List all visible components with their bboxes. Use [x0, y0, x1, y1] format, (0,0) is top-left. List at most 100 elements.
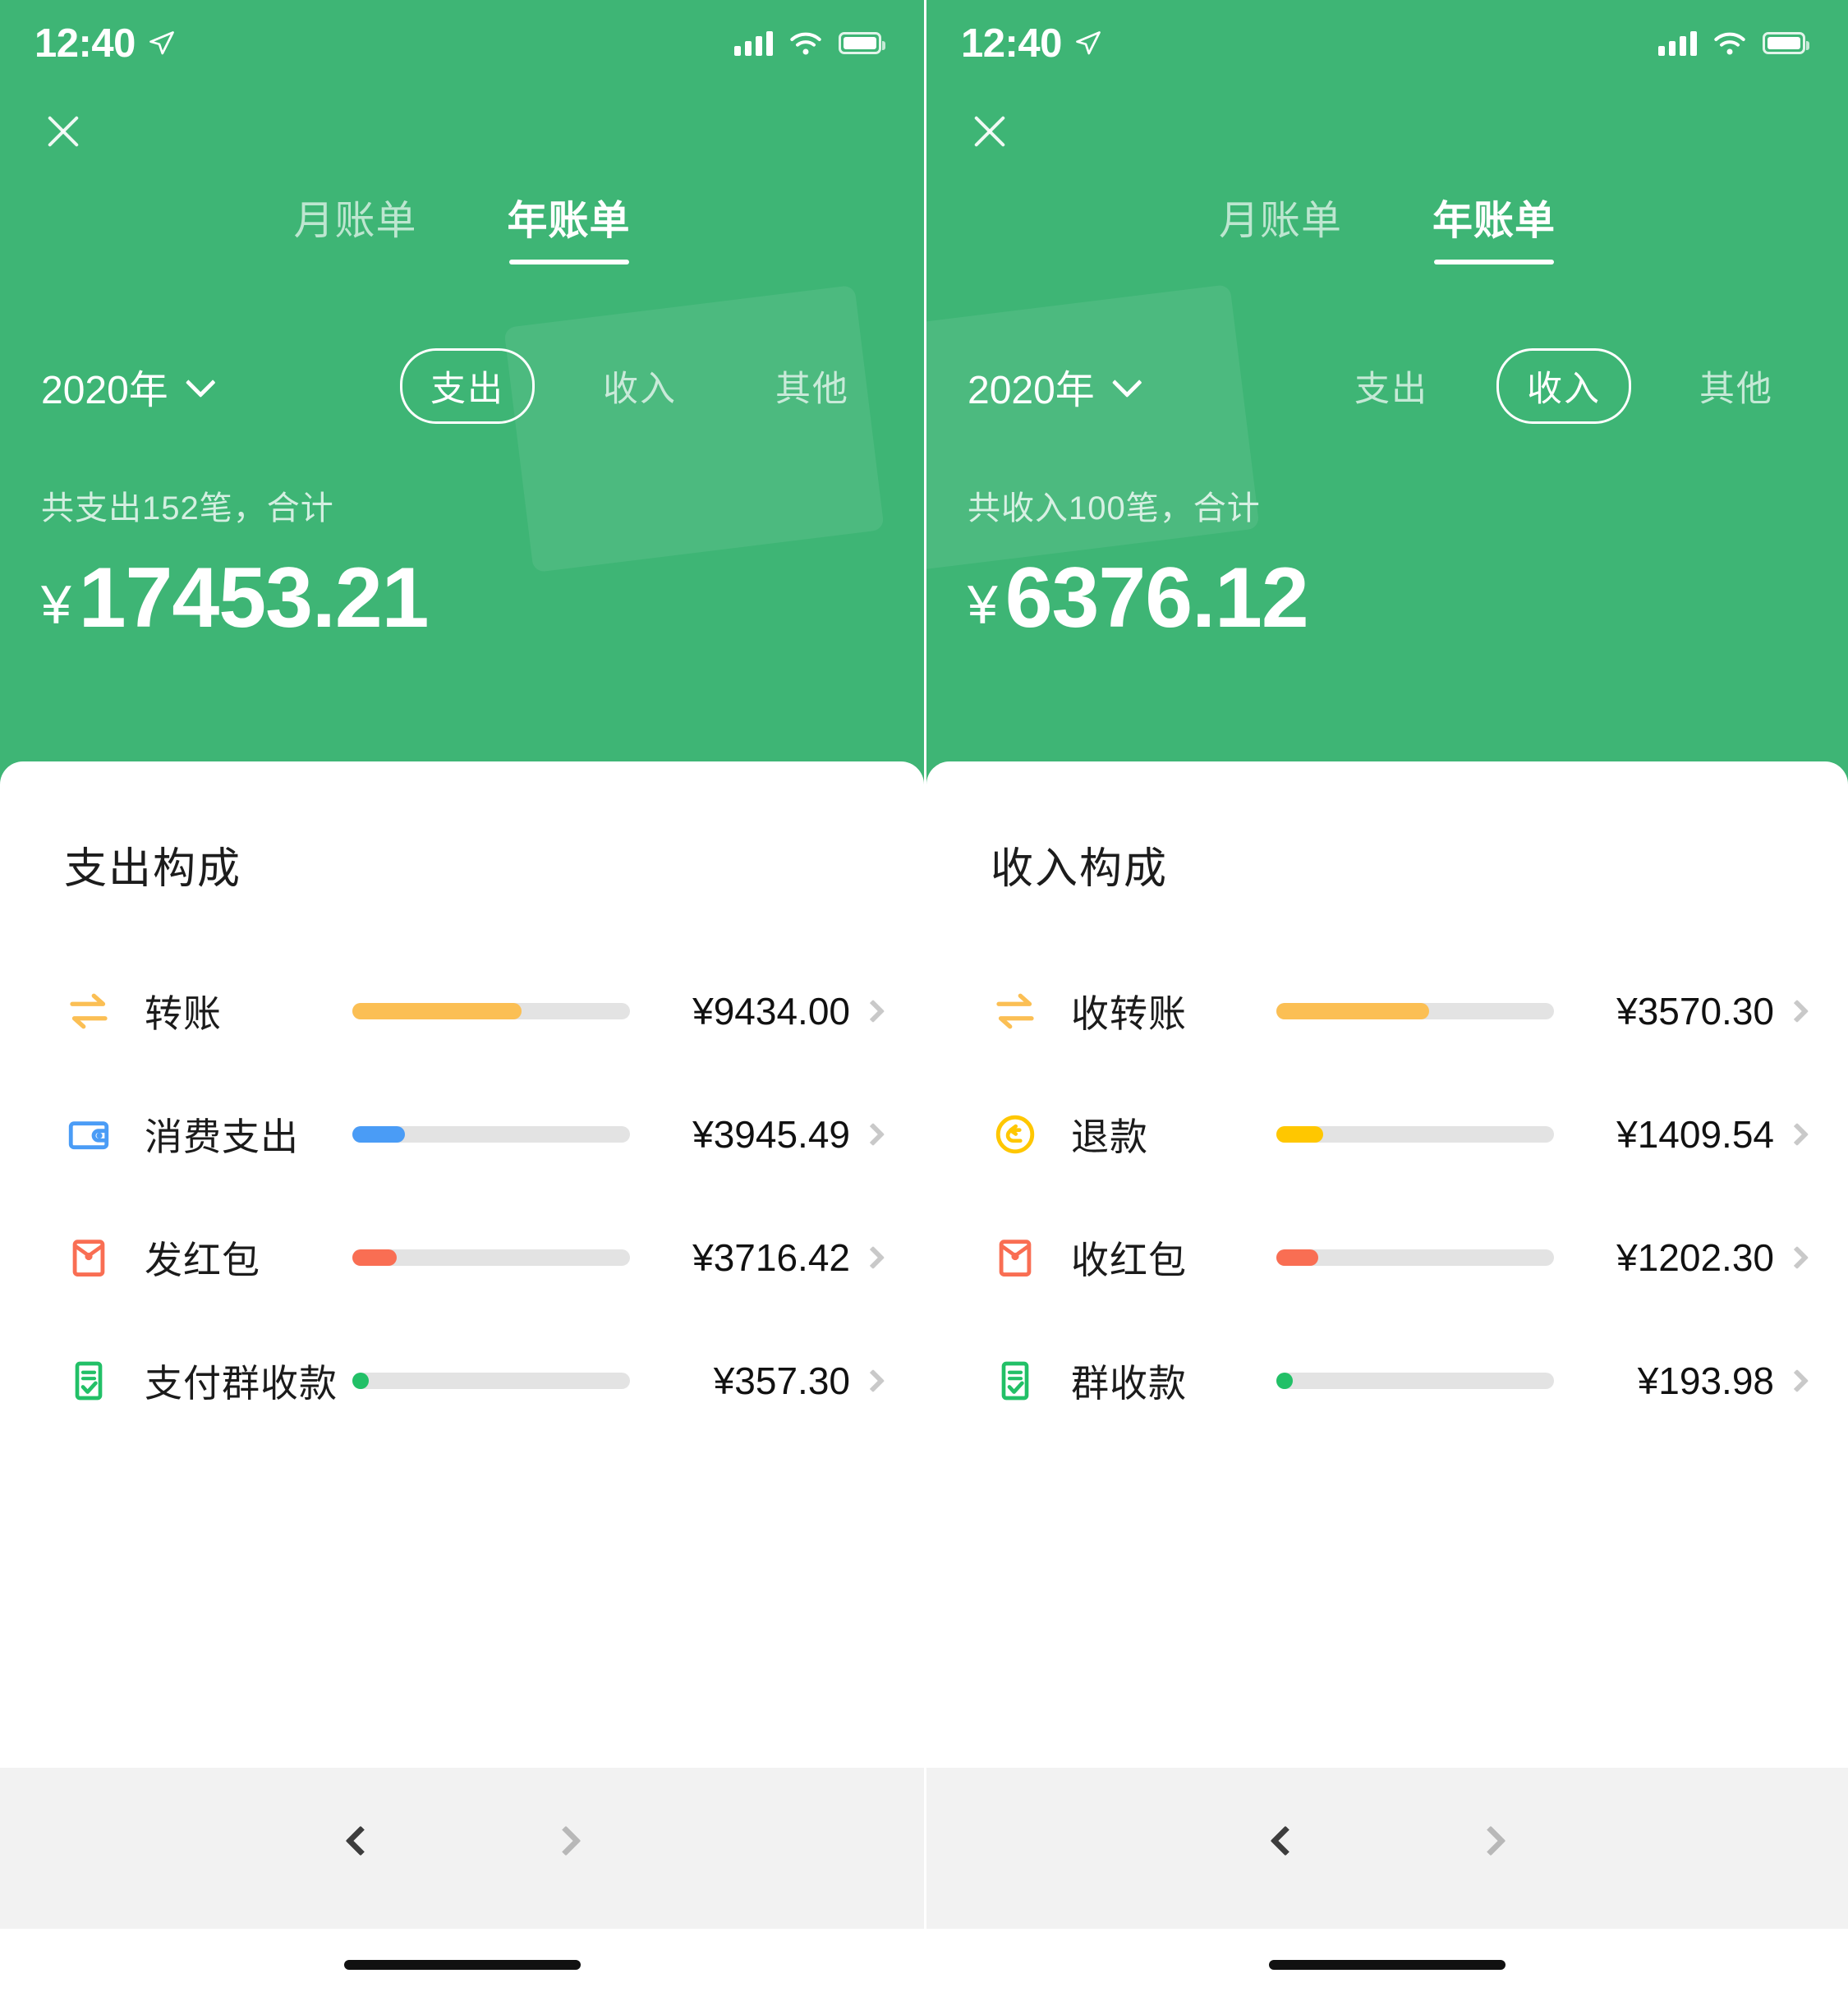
list-item[interactable]: 退款 ¥1409.54 — [926, 1073, 1848, 1196]
tab-monthly-bill[interactable]: 月账单 — [293, 188, 416, 264]
home-indicator-area — [926, 1929, 1848, 2001]
status-bar-left: 12:40 — [34, 21, 177, 67]
browser-nav-bar — [926, 1768, 1848, 1929]
location-arrow-icon — [149, 30, 174, 54]
list-item-amount: ¥3716.42 — [692, 1236, 850, 1279]
list-item[interactable]: 群收款 ¥193.98 — [926, 1319, 1848, 1442]
card-title: 支出构成 — [64, 845, 242, 893]
tab-yearly-bill[interactable]: 年账单 — [508, 188, 631, 264]
card-title: 收入构成 — [991, 845, 1169, 893]
chevron-left-icon[interactable] — [335, 1824, 384, 1873]
summary-label: 共支出152笔，合计 — [41, 490, 334, 527]
chevron-right-icon[interactable] — [850, 999, 896, 1024]
tab-yearly-bill[interactable]: 年账单 — [1432, 188, 1556, 264]
checklist-icon — [991, 1356, 1040, 1405]
list-item-label: 群收款 — [1071, 1362, 1187, 1405]
progress-fill — [1276, 1249, 1318, 1266]
category-segment-control: 支出 收入 其他 — [1324, 348, 1804, 424]
list-item[interactable]: 消费支出 ¥3945.49 — [0, 1073, 924, 1196]
progress-fill — [352, 1373, 369, 1389]
filter-bar: 2020年 支出 收入 其他 — [0, 348, 924, 424]
browser-nav-bar — [0, 1768, 924, 1929]
progress-track — [352, 1126, 630, 1143]
summary-amount: ¥17453.21 — [41, 550, 883, 646]
chevron-left-icon[interactable] — [1260, 1824, 1309, 1873]
filter-bar: 2020年 支出 收入 其他 — [926, 348, 1848, 424]
progress-track — [1276, 1373, 1554, 1389]
transfer-arrows-icon — [64, 987, 113, 1036]
year-selector-label: 2020年 — [968, 369, 1095, 412]
close-icon[interactable] — [38, 106, 89, 157]
close-icon[interactable] — [964, 106, 1015, 157]
list-item-label: 消费支出 — [145, 1116, 299, 1158]
close-bar — [926, 86, 1848, 177]
list-item-label: 退款 — [1071, 1116, 1148, 1158]
segment-other[interactable]: 其他 — [745, 348, 880, 424]
list-item[interactable]: 收红包 ¥1202.30 — [926, 1196, 1848, 1319]
battery-icon — [839, 32, 885, 54]
list-item-amount: ¥9434.00 — [692, 990, 850, 1033]
currency-symbol: ¥ — [968, 574, 998, 635]
composition-card-income: 收入构成 收转账 ¥3570.30 退款 ¥1409.54 收红包 ¥1202.… — [926, 761, 1848, 1768]
checklist-icon — [64, 1356, 113, 1405]
list-item-label: 收转账 — [1071, 992, 1187, 1035]
progress-fill — [352, 1126, 406, 1143]
chevron-right-icon[interactable] — [540, 1824, 590, 1873]
bill-screen-income: 12:40 月账单 年账单 2020年 支出 收入 其他 共收入100笔，合计 … — [924, 0, 1848, 2001]
chevron-right-icon[interactable] — [850, 1245, 896, 1270]
progress-fill — [1276, 1373, 1293, 1389]
chevron-down-icon — [185, 367, 216, 398]
dual-screenshot-container: 12:40 月账单 年账单 2020年 支出 收入 其他 共支出152笔，合计 … — [0, 0, 1848, 2001]
summary-label: 共收入100笔，合计 — [968, 490, 1261, 527]
segment-other[interactable]: 其他 — [1669, 348, 1804, 424]
wallet-icon — [64, 1110, 113, 1159]
tab-monthly-bill[interactable]: 月账单 — [1219, 188, 1342, 264]
home-indicator[interactable] — [1269, 1960, 1506, 1970]
red-envelope-icon — [64, 1233, 113, 1282]
segment-income[interactable]: 收入 — [1496, 348, 1631, 424]
list-item-label: 发红包 — [145, 1239, 260, 1281]
chevron-right-icon[interactable] — [850, 1368, 896, 1393]
progress-fill — [352, 1249, 398, 1266]
segment-expense[interactable]: 支出 — [1324, 348, 1459, 424]
home-indicator[interactable] — [343, 1960, 581, 1970]
chevron-down-icon — [1111, 367, 1142, 398]
list-item[interactable]: 收转账 ¥3570.30 — [926, 950, 1848, 1073]
year-selector-label: 2020年 — [41, 369, 168, 412]
list-item[interactable]: 转账 ¥9434.00 — [0, 950, 924, 1073]
progress-fill — [1276, 1126, 1324, 1143]
list-item-amount: ¥193.98 — [1637, 1359, 1774, 1402]
year-selector[interactable]: 2020年 — [968, 357, 1142, 415]
composition-list: 收转账 ¥3570.30 退款 ¥1409.54 收红包 ¥1202.30 群收… — [926, 950, 1848, 1442]
chevron-right-icon[interactable] — [1774, 1122, 1820, 1147]
hero-header-income: 12:40 月账单 年账单 2020年 支出 收入 其他 共收入100笔，合计 … — [926, 0, 1848, 784]
list-item[interactable]: 发红包 ¥3716.42 — [0, 1196, 924, 1319]
list-item-label: 收红包 — [1071, 1239, 1187, 1281]
bill-type-tabs: 月账单 年账单 — [0, 188, 924, 264]
category-segment-control: 支出 收入 其他 — [400, 348, 880, 424]
transfer-arrows-icon — [991, 987, 1040, 1036]
segment-expense[interactable]: 支出 — [400, 348, 535, 424]
summary-block: 共支出152笔，合计 ¥17453.21 — [0, 481, 924, 646]
list-item[interactable]: 支付群收款 ¥357.30 — [0, 1319, 924, 1442]
chevron-right-icon[interactable] — [1774, 1368, 1820, 1393]
status-time: 12:40 — [961, 21, 1062, 66]
home-indicator-area — [0, 1929, 924, 2001]
close-bar — [0, 86, 924, 177]
chevron-right-icon[interactable] — [1774, 1245, 1820, 1270]
wifi-icon — [790, 32, 821, 54]
cellular-signal-icon — [1658, 30, 1697, 56]
cellular-signal-icon — [734, 30, 773, 56]
refund-undo-icon — [991, 1110, 1040, 1159]
composition-list: 转账 ¥9434.00 消费支出 ¥3945.49 发红包 ¥3716.42 支… — [0, 950, 924, 1442]
list-item-amount: ¥1202.30 — [1616, 1236, 1774, 1279]
year-selector[interactable]: 2020年 — [41, 357, 216, 415]
chevron-right-icon[interactable] — [850, 1122, 896, 1147]
chevron-right-icon[interactable] — [1774, 999, 1820, 1024]
list-item-label: 转账 — [145, 992, 222, 1035]
progress-track — [1276, 1126, 1554, 1143]
chevron-right-icon[interactable] — [1465, 1824, 1515, 1873]
status-bar-right — [734, 30, 885, 56]
bill-type-tabs: 月账单 年账单 — [926, 188, 1848, 264]
segment-income[interactable]: 收入 — [572, 348, 707, 424]
